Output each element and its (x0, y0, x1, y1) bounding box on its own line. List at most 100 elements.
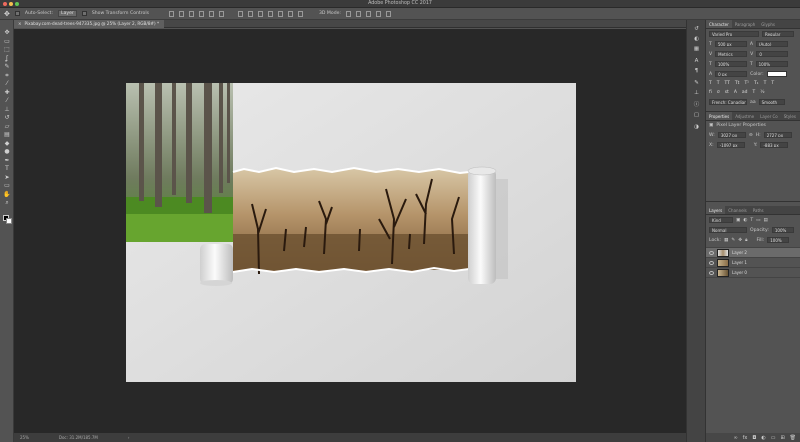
path-select-tool-icon[interactable]: ➤ (3, 174, 11, 181)
transform-controls-checkbox[interactable] (81, 11, 87, 16)
lock-pixels-icon[interactable]: ▦ (724, 238, 728, 243)
ordinals-icon[interactable]: T (753, 90, 756, 95)
align-center-icon[interactable] (209, 10, 214, 17)
new-group-icon[interactable]: ▭ (771, 435, 776, 441)
opacity-field[interactable]: 100% (771, 227, 794, 233)
layer-name[interactable]: Layer 2 (732, 250, 747, 255)
layer-style-icon[interactable]: fx (743, 435, 748, 441)
height-field[interactable]: 2727 px (763, 132, 792, 138)
link-icon[interactable]: ⊖ (749, 133, 753, 138)
link-layers-icon[interactable]: ∞ (733, 435, 737, 441)
tracking-field[interactable]: 0 (756, 51, 789, 57)
layer-name[interactable]: Layer 1 (732, 260, 747, 265)
font-style-select[interactable]: Regular (762, 31, 794, 37)
blur-tool-icon[interactable]: ◆ (3, 140, 11, 147)
eraser-tool-icon[interactable]: ▱ (3, 123, 11, 130)
dodge-tool-icon[interactable]: ● (3, 149, 11, 155)
document-canvas[interactable] (14, 29, 686, 433)
filter-adjust-icon[interactable]: ◐ (743, 218, 747, 223)
slide-3d-icon[interactable] (375, 10, 381, 17)
align-right-icon[interactable] (219, 10, 224, 17)
text-color-swatch[interactable] (766, 71, 787, 77)
distribute-left-icon[interactable] (268, 10, 273, 17)
antialias-select[interactable]: Smooth (758, 99, 785, 105)
clone-source-icon[interactable]: ⊥ (693, 90, 700, 96)
alternates-icon[interactable]: A (734, 90, 737, 95)
auto-select-checkbox[interactable] (14, 11, 20, 16)
layer-row[interactable]: Layer 2 (706, 248, 800, 258)
history-brush-tool-icon[interactable]: ↺ (3, 115, 11, 121)
new-layer-icon[interactable]: ⊞ (780, 435, 784, 441)
distribute-right-icon[interactable] (288, 10, 293, 17)
drag-3d-icon[interactable] (365, 10, 371, 17)
paragraph-icon[interactable]: ¶ (693, 68, 700, 74)
color-icon[interactable]: ◐ (693, 36, 700, 42)
x-field[interactable]: -1097 px (716, 142, 745, 148)
layer-mask-icon[interactable]: ◘ (752, 435, 756, 441)
tab-paragraph[interactable]: Paragraph (732, 20, 759, 28)
baseline-field[interactable]: 0 px (715, 71, 748, 77)
status-arrow-icon[interactable]: › (128, 433, 130, 442)
titling-icon[interactable]: ad (742, 90, 748, 95)
oldstyle-icon[interactable]: σ (717, 90, 720, 95)
move-tool-icon[interactable]: ✥ (4, 10, 10, 18)
artboard-tool-icon[interactable]: ▭ (3, 38, 11, 45)
distribute-bottom-icon[interactable] (258, 10, 263, 17)
adjustments-icon[interactable]: ◑ (693, 124, 700, 130)
y-field[interactable]: -883 px (760, 142, 789, 148)
close-window-button[interactable] (3, 2, 7, 6)
vertical-scale-field[interactable]: 100% (714, 61, 747, 67)
minimize-window-button[interactable] (9, 2, 13, 6)
align-bottom-icon[interactable] (189, 10, 194, 17)
zoom-tool-icon[interactable]: ⌕ (3, 200, 11, 206)
tab-layers[interactable]: Layers (706, 206, 726, 214)
align-middle-icon[interactable] (179, 10, 184, 17)
distribute-middle-icon[interactable] (248, 10, 253, 17)
eyedropper-tool-icon[interactable]: ⁄ (3, 81, 11, 87)
shape-tool-icon[interactable]: ▭ (3, 183, 11, 189)
faux-italic-icon[interactable]: T (717, 81, 720, 86)
font-family-select[interactable]: Varied Pro (709, 31, 759, 37)
tab-adjustments[interactable]: Adjustme (732, 112, 757, 120)
auto-align-icon[interactable] (298, 10, 303, 17)
document-tab[interactable]: × Pixabay.com-dead-trees-947335.jpg @ 25%… (14, 20, 164, 28)
layer-row[interactable]: Layer 1 (706, 258, 800, 268)
scale-3d-icon[interactable] (385, 10, 391, 17)
pen-tool-icon[interactable]: ✒ (3, 157, 11, 164)
filter-shape-icon[interactable]: ▭ (756, 218, 760, 223)
layer-row[interactable]: Layer 0 (706, 268, 800, 278)
info-icon[interactable]: ⓘ (693, 102, 700, 108)
subscript-icon[interactable]: T₁ (754, 81, 759, 86)
underline-icon[interactable]: T (764, 81, 767, 86)
align-top-icon[interactable] (169, 10, 174, 17)
marquee-tool-icon[interactable]: ⬚ (3, 47, 11, 53)
fractions-icon[interactable]: ½ (760, 90, 764, 95)
zoom-window-button[interactable] (15, 2, 19, 6)
superscript-icon[interactable]: T¹ (744, 81, 749, 86)
roll-3d-icon[interactable] (355, 10, 361, 17)
lock-all-icon[interactable]: 🔒︎ (745, 237, 747, 243)
fill-field[interactable]: 100% (767, 237, 790, 243)
font-size-field[interactable]: 500 px (714, 41, 747, 47)
align-left-icon[interactable] (199, 10, 204, 17)
background-color-swatch[interactable] (6, 217, 12, 224)
tab-glyphs[interactable]: Glyphs (758, 20, 778, 28)
type-tool-icon[interactable]: T (3, 166, 11, 172)
visibility-eye-icon[interactable] (709, 270, 714, 275)
delete-layer-icon[interactable]: 🗑︎ (790, 435, 796, 441)
tab-properties[interactable]: Properties (706, 112, 733, 120)
ligature-icon[interactable]: fi (709, 90, 712, 95)
blend-mode-select[interactable]: Normal (709, 227, 747, 233)
tab-layer-comps[interactable]: Layer Co (757, 112, 781, 120)
distribute-top-icon[interactable] (238, 10, 243, 17)
navigator-icon[interactable]: ▢ (693, 112, 700, 118)
brush-settings-icon[interactable]: ✎ (693, 80, 700, 86)
filter-smart-icon[interactable]: ▤ (764, 218, 768, 223)
distribute-center-icon[interactable] (278, 10, 283, 17)
brush-tool-icon[interactable]: ⁄ (3, 98, 11, 104)
language-select[interactable]: French: Canadian (709, 99, 747, 105)
strikethrough-icon[interactable]: T (771, 81, 774, 86)
small-caps-icon[interactable]: Tt (735, 81, 740, 86)
gradient-tool-icon[interactable]: ▤ (3, 132, 11, 138)
horizontal-scale-field[interactable]: 100% (755, 61, 788, 67)
